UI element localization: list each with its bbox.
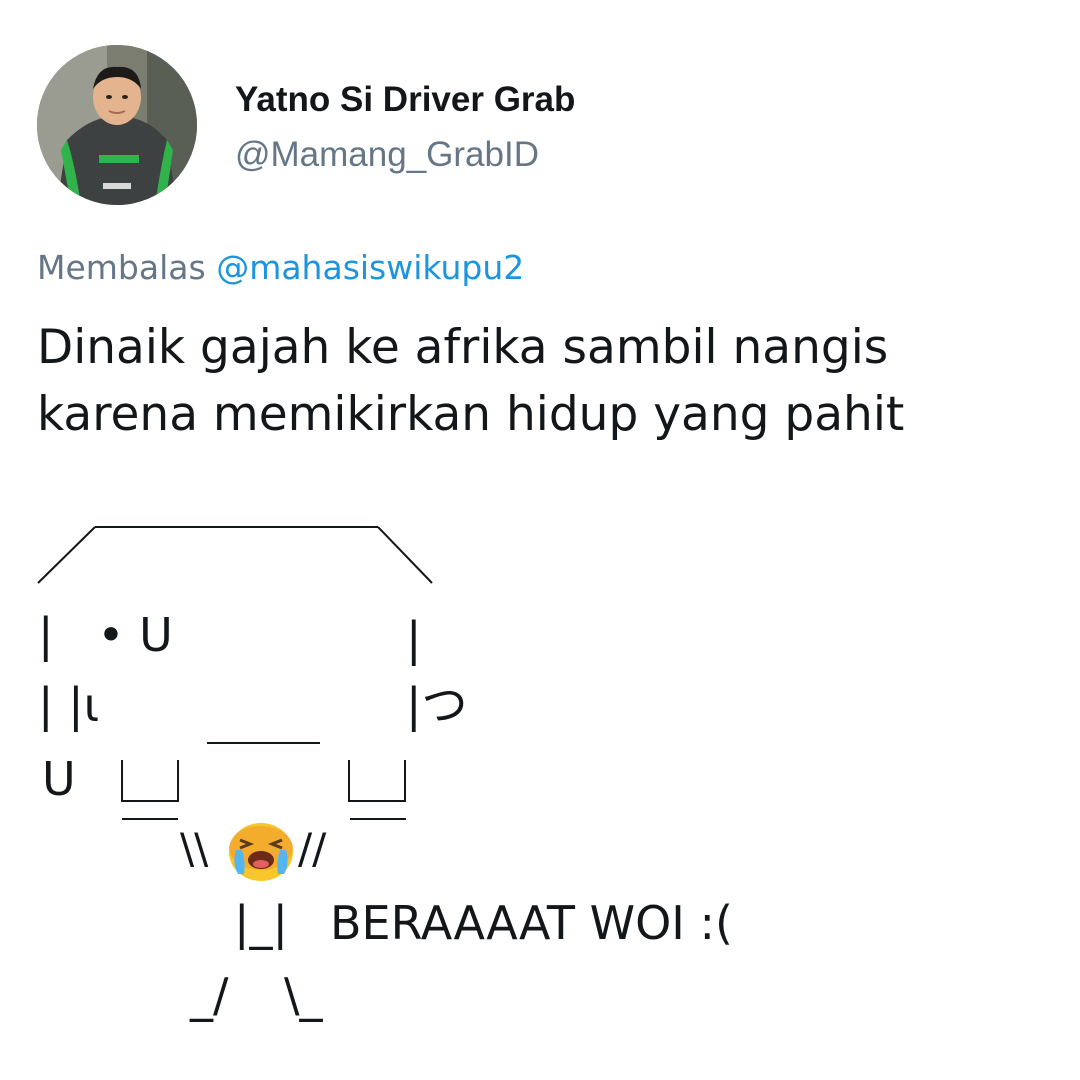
ascii-row-1: | • U xyxy=(38,608,173,662)
ascii-arms-right: // xyxy=(298,824,327,873)
ascii-body: |_| xyxy=(234,896,288,950)
roof-line xyxy=(95,526,378,528)
ascii-leg-left: _/ xyxy=(190,968,229,1022)
ascii-row-2: | |ι xyxy=(38,678,100,732)
ascii-row-1-right: | xyxy=(406,612,422,666)
right-foot-line xyxy=(350,818,406,820)
left-stilt-a xyxy=(121,760,123,802)
ascii-art: | • U | | |ι |つ U \\ // |_| BERAAAAT WOI… xyxy=(0,0,1080,1080)
face-mouth-line xyxy=(207,742,320,744)
left-stilt-base xyxy=(123,800,177,802)
left-foot-line xyxy=(122,818,178,820)
right-stilt-base xyxy=(350,800,404,802)
shout-text: BERAAAAT WOI :( xyxy=(330,896,733,950)
crying-face-emoji xyxy=(229,823,293,881)
right-stilt-a xyxy=(348,760,350,802)
ascii-leg-right: \_ xyxy=(284,968,323,1022)
right-stilt-b xyxy=(404,760,406,802)
ascii-row-3-left: U xyxy=(42,752,76,806)
ascii-row-2-right: |つ xyxy=(406,678,468,732)
ascii-arms-left: \\ xyxy=(180,824,209,873)
left-stilt-b xyxy=(177,760,179,802)
